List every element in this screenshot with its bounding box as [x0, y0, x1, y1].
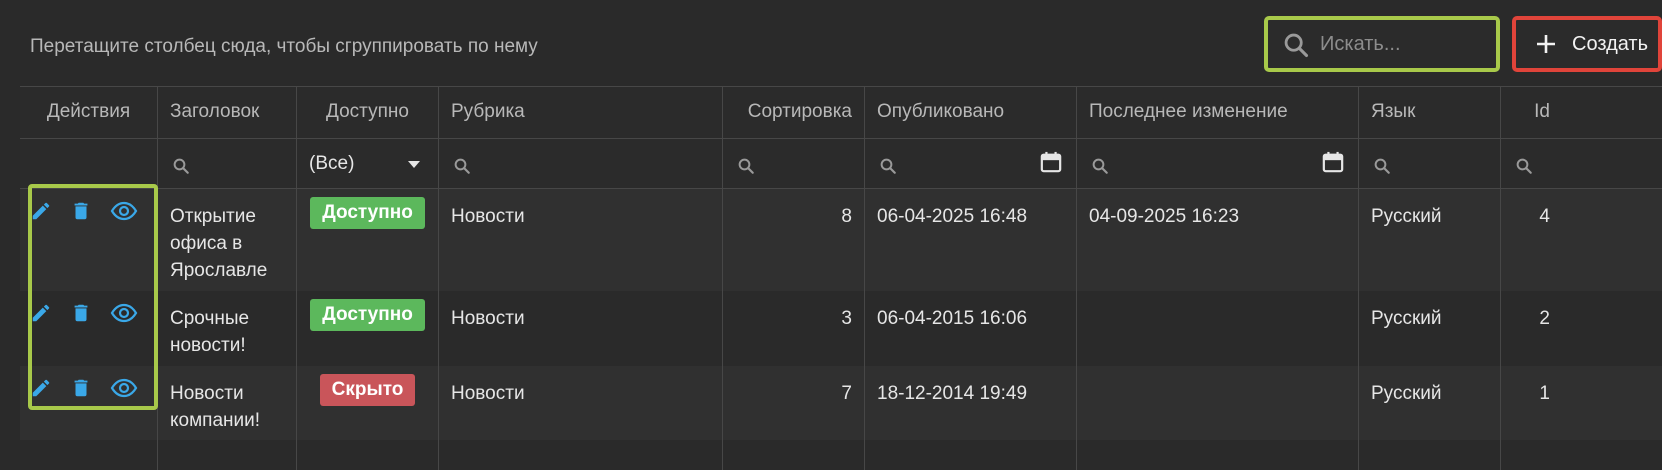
table-row[interactable]: Открытие офиса в Ярославле Доступно Ново… — [20, 189, 1662, 291]
eye-icon[interactable] — [110, 376, 138, 400]
status-badge: Доступно — [310, 299, 425, 331]
trash-icon[interactable] — [70, 199, 92, 223]
create-button[interactable]: Создать — [1512, 16, 1662, 72]
cell-published: 06-04-2015 16:06 — [865, 291, 1077, 366]
filter-cell-modified[interactable] — [1077, 139, 1359, 188]
search-icon — [1374, 158, 1390, 174]
empty-cell — [297, 440, 439, 470]
search-icon — [1284, 33, 1309, 58]
empty-cell — [1077, 440, 1359, 470]
eye-icon[interactable] — [110, 199, 138, 223]
create-button-label: Создать — [1572, 32, 1649, 55]
cell-sort: 7 — [723, 366, 865, 440]
empty-cell — [1359, 440, 1501, 470]
filter-cell-actions — [20, 139, 158, 188]
cell-published: 06-04-2025 16:48 — [865, 189, 1077, 291]
cell-title: Открытие офиса в Ярославле — [158, 189, 297, 291]
group-panel-hint[interactable]: Перетащите столбец сюда, чтобы сгруппиро… — [30, 36, 538, 58]
eye-icon[interactable] — [110, 301, 138, 325]
row-actions — [20, 189, 158, 291]
filter-cell-rubric[interactable] — [439, 139, 723, 188]
cell-available: Доступно — [297, 291, 439, 366]
pencil-icon[interactable] — [30, 199, 52, 223]
search-box[interactable] — [1264, 16, 1500, 72]
cell-available: Доступно — [297, 189, 439, 291]
grid-filter-row: (Все) — [20, 139, 1662, 189]
cell-published: 18-12-2014 19:49 — [865, 366, 1077, 440]
row-actions — [20, 366, 158, 440]
search-icon — [173, 158, 189, 174]
pencil-icon[interactable] — [30, 301, 52, 325]
column-header-id[interactable]: Id — [1501, 87, 1562, 138]
grid-toolbar: Перетащите столбец сюда, чтобы сгруппиро… — [0, 0, 1662, 84]
search-icon — [880, 158, 896, 174]
trash-icon[interactable] — [70, 301, 92, 325]
search-input[interactable] — [1320, 28, 1490, 60]
cell-sort: 8 — [723, 189, 865, 291]
column-header-modified[interactable]: Последнее изменение — [1077, 87, 1359, 138]
cell-modified — [1077, 366, 1359, 440]
filter-cell-published[interactable] — [865, 139, 1077, 188]
row-actions — [20, 291, 158, 366]
cell-language: Русский — [1359, 291, 1501, 366]
search-icon — [1516, 158, 1532, 174]
empty-cell — [723, 440, 865, 470]
table-row[interactable]: Срочные новости! Доступно Новости 3 06-0… — [20, 291, 1662, 366]
filter-available-select[interactable]: (Все) — [297, 139, 439, 188]
cell-id: 4 — [1539, 206, 1550, 227]
column-header-published[interactable]: Опубликовано — [865, 87, 1077, 138]
filter-cell-sort[interactable] — [723, 139, 865, 188]
empty-cell — [158, 440, 297, 470]
cell-sort: 3 — [723, 291, 865, 366]
cell-available: Скрыто — [297, 366, 439, 440]
column-header-available[interactable]: Доступно — [297, 87, 439, 138]
cell-modified: 04-09-2025 16:23 — [1077, 189, 1359, 291]
data-grid: Действия Заголовок Доступно Рубрика Сорт… — [20, 86, 1662, 470]
search-icon — [1092, 158, 1108, 174]
search-icon — [738, 158, 754, 174]
cell-language: Русский — [1359, 366, 1501, 440]
column-header-actions[interactable]: Действия — [20, 87, 158, 138]
cell-modified — [1077, 291, 1359, 366]
chevron-down-icon — [408, 161, 420, 168]
empty-cell — [20, 440, 158, 470]
cell-id: 2 — [1539, 308, 1550, 329]
plus-icon — [1537, 35, 1555, 53]
grid-header-row: Действия Заголовок Доступно Рубрика Сорт… — [20, 87, 1662, 139]
cell-id: 1 — [1539, 383, 1550, 404]
pencil-icon[interactable] — [30, 376, 52, 400]
table-row[interactable]: Новости компании! Скрыто Новости 7 18-12… — [20, 366, 1662, 440]
filter-cell-language[interactable] — [1359, 139, 1501, 188]
calendar-icon[interactable] — [1040, 151, 1062, 173]
empty-cell — [1501, 440, 1562, 470]
cell-rubric: Новости — [439, 366, 723, 440]
column-header-rubric[interactable]: Рубрика — [439, 87, 723, 138]
cell-title: Срочные новости! — [158, 291, 297, 366]
column-header-title[interactable]: Заголовок — [158, 87, 297, 138]
cell-title: Новости компании! — [158, 366, 297, 440]
status-badge: Доступно — [310, 197, 425, 229]
filter-cell-id[interactable] — [1501, 139, 1562, 188]
status-badge: Скрыто — [319, 374, 416, 406]
cell-rubric: Новости — [439, 291, 723, 366]
column-header-language[interactable]: Язык — [1359, 87, 1501, 138]
cell-language: Русский — [1359, 189, 1501, 291]
empty-cell — [439, 440, 723, 470]
table-row — [20, 440, 1662, 470]
filter-cell-title[interactable] — [158, 139, 297, 188]
column-header-sort[interactable]: Сортировка — [723, 87, 865, 138]
cell-rubric: Новости — [439, 189, 723, 291]
filter-available-value: (Все) — [309, 153, 355, 174]
empty-cell — [865, 440, 1077, 470]
trash-icon[interactable] — [70, 376, 92, 400]
search-icon — [454, 158, 470, 174]
calendar-icon[interactable] — [1322, 151, 1344, 173]
